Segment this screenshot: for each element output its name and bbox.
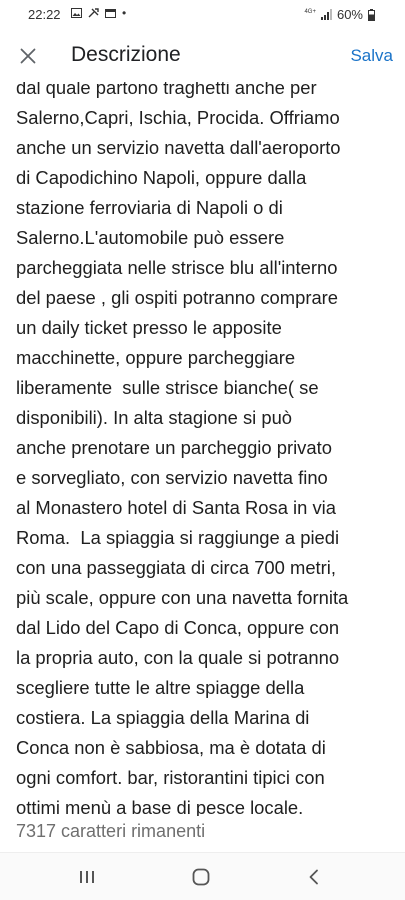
description-line: Conca non è sabbiosa, ma è dotata di (16, 737, 326, 758)
description-line: parcheggiata nelle strisce blu all'inter… (16, 257, 338, 278)
app-bar: Descrizione Salva (0, 30, 405, 82)
description-line: la propria auto, con la quale si potrann… (16, 647, 340, 668)
notification-icons: • (71, 7, 126, 19)
description-line: al Monastero hotel di Santa Rosa in via (16, 497, 336, 518)
notification-dot-icon: • (122, 6, 127, 20)
back-button[interactable] (294, 865, 334, 889)
description-line: del paese , gli ospiti potranno comprare (16, 287, 339, 308)
description-line: ogni comfort. bar, ristorantini tipici c… (16, 767, 325, 788)
page-title: Descrizione (71, 43, 181, 66)
description-line: con una passeggiata di circa 700 metri, (16, 557, 336, 578)
description-line: disponibili). In alta stagione si può (16, 407, 293, 428)
description-line: Salerno,Capri, Ischia, Procida. Offriamo (16, 107, 340, 128)
home-icon (192, 868, 210, 886)
network-type: 4G+ (304, 8, 316, 15)
navigation-bar (0, 852, 405, 900)
save-button[interactable]: Salva (350, 46, 393, 66)
description-line: Salerno.L'automobile può essere (16, 227, 285, 248)
description-line: Roma. La spiaggia si raggiunge a piedi (16, 527, 340, 548)
home-button[interactable] (181, 865, 221, 889)
signal-icon (320, 9, 332, 20)
description-line: anche un servizio navetta dall'aeroporto (16, 137, 341, 158)
status-time: 22:22 (28, 7, 61, 22)
gallery-icon (71, 8, 82, 18)
description-line: liberamente sulle strisce bianche( se (16, 377, 319, 398)
recent-apps-icon (80, 871, 94, 883)
recent-apps-button[interactable] (67, 865, 107, 889)
close-icon (20, 48, 36, 64)
close-button[interactable] (14, 42, 42, 70)
description-line: più scale, oppure con una navetta fornit… (16, 587, 349, 608)
status-right: 4G+ 60% (304, 7, 375, 22)
description-line: stazione ferroviaria di Napoli o di (16, 197, 283, 218)
char-counter: 7317 caratteri rimanenti (16, 821, 206, 841)
description-line: di Capodichino Napoli, oppure dalla (16, 167, 307, 188)
calendar-icon (105, 9, 116, 18)
description-line: un daily ticket presso le apposite (16, 317, 282, 338)
description-line: dal quale partono traghetti anche per (16, 82, 317, 98)
description-line: scegliere tutte le altre spiagge della (16, 677, 305, 698)
battery-icon (368, 8, 375, 21)
tools-icon (88, 8, 99, 18)
description-line: dal Lido del Capo di Conca, oppure con (16, 617, 340, 638)
description-line: costiera. La spiaggia della Marina di (16, 707, 310, 728)
description-line: macchinette, oppure parcheggiare (16, 347, 296, 368)
description-text: dal quale partono traghetti anche per Sal… (16, 82, 394, 816)
back-icon (309, 869, 318, 885)
description-line: anche prenotare un parcheggio privato (16, 437, 332, 458)
description-textarea[interactable]: dal quale partono traghetti anche per Sal… (0, 82, 405, 816)
screen: 22:22 • 4G+ 60% Descrizione Salva dal qu… (0, 0, 405, 900)
status-bar: 22:22 • 4G+ 60% (0, 0, 405, 30)
battery-percent: 60% (336, 7, 363, 22)
description-line: e sorvegliato, con servizio navetta fino (16, 467, 328, 488)
description-line: ottimi menù a base di pesce locale. (16, 797, 304, 816)
